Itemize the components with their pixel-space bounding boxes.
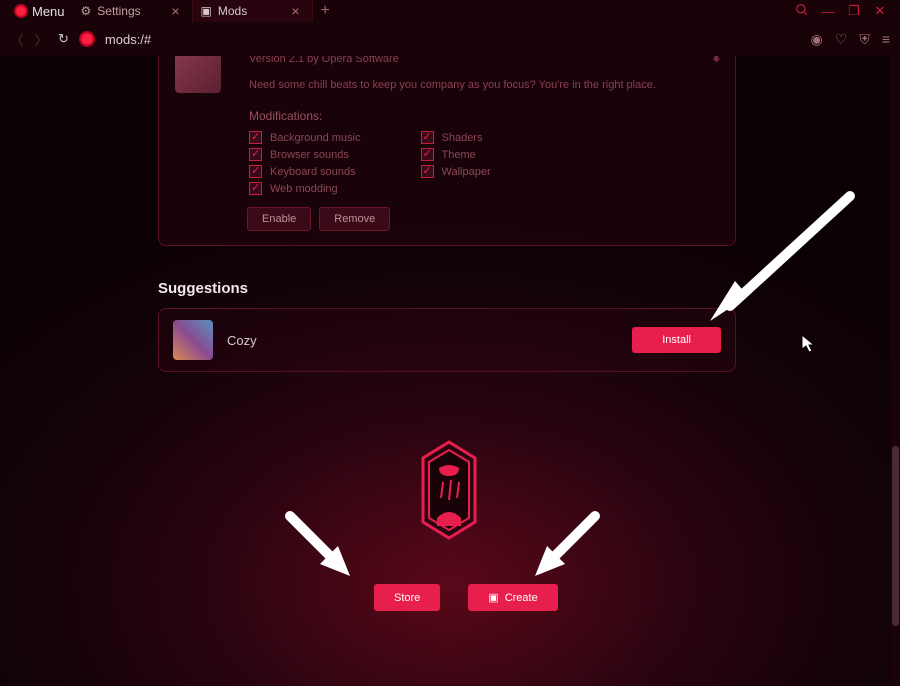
tab-mods[interactable]: ▣ Mods × <box>193 0 313 22</box>
close-window-icon[interactable]: ✕ <box>872 3 888 19</box>
checkbox-icon <box>421 165 434 178</box>
checkbox-icon <box>249 182 262 195</box>
page-content: ⬇ Version 2.1 by Opera Software Need som… <box>0 56 900 686</box>
mod-option[interactable]: Web modding <box>249 182 361 195</box>
scroll-thumb[interactable] <box>892 446 899 626</box>
opera-logo-icon <box>14 4 28 18</box>
mod-thumbnail <box>175 56 221 93</box>
mod-option[interactable]: Background music <box>249 131 361 144</box>
checkbox-icon <box>421 148 434 161</box>
maximize-icon[interactable]: ❐ <box>846 3 862 19</box>
snapshot-icon[interactable]: ◉ <box>811 31 823 48</box>
suggestions-heading: Suggestions <box>158 280 248 297</box>
tab-label: Mods <box>218 4 247 18</box>
back-button[interactable]: 〈 <box>10 30 24 49</box>
suggestion-name: Cozy <box>227 333 257 348</box>
mod-option[interactable]: Shaders <box>421 131 491 144</box>
mods-icon: ▣ <box>201 4 212 18</box>
close-icon[interactable]: × <box>167 3 183 19</box>
reload-button[interactable]: ↻ <box>58 31 69 47</box>
create-icon: ▣ <box>488 591 498 604</box>
checkbox-icon <box>249 131 262 144</box>
forward-button[interactable]: 〉 <box>34 30 48 49</box>
easy-setup-icon[interactable]: ≡ <box>882 31 890 47</box>
download-icon[interactable]: ⬇ <box>710 56 723 67</box>
gear-icon: ⚙ <box>81 4 92 18</box>
address-bar: 〈 〉 ↻ mods:/# ◉ ♡ ⛨ ≡ <box>0 22 900 56</box>
checkbox-icon <box>249 165 262 178</box>
suggestion-card: Cozy Install <box>158 308 736 372</box>
create-button[interactable]: ▣ Create <box>468 584 557 611</box>
tab-settings[interactable]: ⚙ Settings × <box>73 0 193 22</box>
scrollbar[interactable] <box>891 56 900 686</box>
site-badge-icon <box>79 31 95 47</box>
store-button[interactable]: Store <box>374 584 440 611</box>
url-text[interactable]: mods:/# <box>105 32 151 47</box>
profile-icon[interactable]: ⛨ <box>859 31 870 48</box>
search-icon[interactable] <box>794 3 810 20</box>
checkbox-icon <box>421 131 434 144</box>
install-button[interactable]: Install <box>632 327 721 353</box>
minimize-icon[interactable]: — <box>820 4 836 19</box>
modifications-label: Modifications: <box>249 109 719 123</box>
close-icon[interactable]: × <box>287 3 303 19</box>
tab-label: Settings <box>97 4 140 18</box>
mod-option[interactable]: Browser sounds <box>249 148 361 161</box>
mod-option[interactable]: Keyboard sounds <box>249 165 361 178</box>
new-tab-button[interactable]: + <box>313 2 338 20</box>
cursor-icon <box>801 334 817 354</box>
installed-mod-card: ⬇ Version 2.1 by Opera Software Need som… <box>158 56 736 246</box>
checkbox-icon <box>249 148 262 161</box>
menu-label: Menu <box>32 4 65 19</box>
annotation-arrow-icon <box>280 506 360 586</box>
mod-option[interactable]: Wallpaper <box>421 165 491 178</box>
remove-button[interactable]: Remove <box>319 207 390 231</box>
suggestion-thumbnail <box>173 320 213 360</box>
mod-option[interactable]: Theme <box>421 148 491 161</box>
window-titlebar: Menu ⚙ Settings × ▣ Mods × + — ❐ ✕ <box>0 0 900 22</box>
mod-version-line: Version 2.1 by Opera Software <box>249 56 719 65</box>
enable-button[interactable]: Enable <box>247 207 311 231</box>
heart-icon[interactable]: ♡ <box>835 31 848 48</box>
annotation-arrow-icon <box>525 506 605 586</box>
gx-mods-badge-icon <box>419 440 479 540</box>
mod-description: Need some chill beats to keep you compan… <box>249 79 719 91</box>
menu-button[interactable]: Menu <box>6 2 73 21</box>
